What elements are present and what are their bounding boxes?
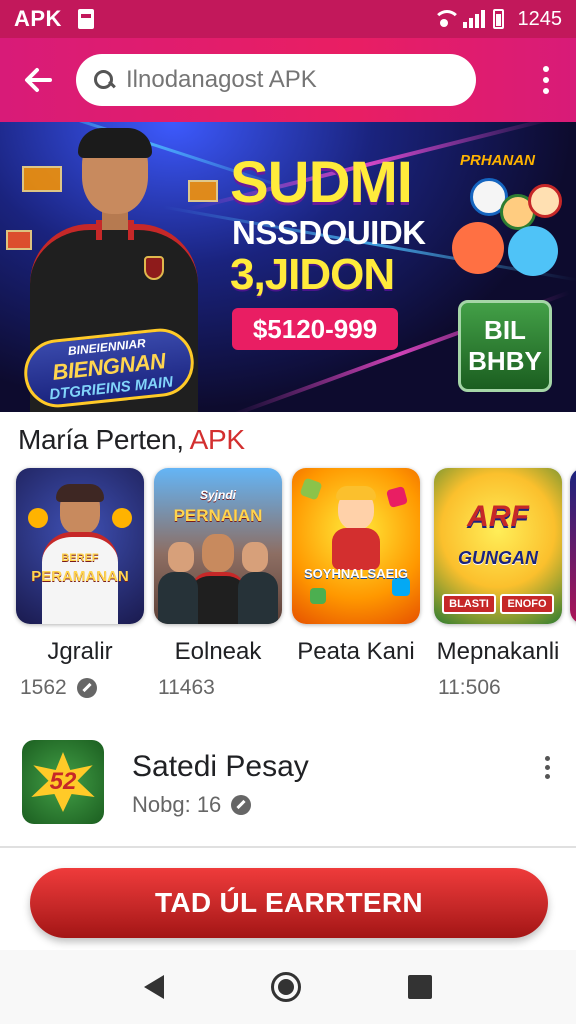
banner-price-tag: $5120-999 bbox=[232, 308, 398, 350]
app-meta: 1562 bbox=[16, 676, 144, 700]
promo-banner[interactable]: BINEIENNIAR BIENGNAN DTGRIEINS MAIN SUDM… bbox=[0, 122, 576, 412]
banner-title: SUDMI bbox=[230, 150, 413, 215]
search-bar[interactable] bbox=[76, 54, 476, 106]
overflow-menu-button[interactable] bbox=[516, 38, 576, 122]
search-icon bbox=[92, 68, 116, 92]
app-icon[interactable]: Syjndi PERNAIAN bbox=[154, 468, 282, 624]
list-item-subtitle: Nobg: 16 bbox=[132, 792, 252, 818]
status-time: 1245 bbox=[517, 7, 563, 30]
app-icon[interactable] bbox=[570, 468, 576, 624]
search-input[interactable] bbox=[126, 66, 456, 94]
app-meta: 11:506 bbox=[438, 676, 501, 699]
download-icon bbox=[231, 795, 252, 815]
app-icon[interactable]: BEREF PERAMANAN bbox=[16, 468, 144, 624]
cartoon-character-icon bbox=[528, 184, 562, 218]
app-card-partial[interactable] bbox=[570, 468, 576, 624]
app-name: Eolneak bbox=[174, 638, 262, 665]
list-item-menu-button[interactable] bbox=[545, 756, 550, 779]
app-icon[interactable]: ARF GUNGAN BLASTI ENOFO bbox=[434, 468, 562, 624]
app-card[interactable]: BEREF PERAMANAN Jgralir 1562 bbox=[16, 468, 144, 700]
list-item-title: Satedi Pesay bbox=[132, 750, 309, 783]
app-card[interactable]: SOYHNALSAEIG Peata Kani bbox=[292, 468, 420, 676]
signal-icon bbox=[462, 10, 485, 28]
banner-cartoon-title: PRHANAN bbox=[460, 152, 535, 169]
nav-recents-icon[interactable] bbox=[408, 975, 433, 999]
app-meta: 11463 bbox=[158, 676, 215, 699]
nav-back-icon[interactable] bbox=[143, 975, 164, 999]
banner-subtitle: NSSDOUIDK bbox=[232, 214, 426, 251]
status-icons: 1245 bbox=[432, 7, 563, 31]
app-icon[interactable]: 52 bbox=[22, 740, 104, 824]
sim-card-icon bbox=[77, 9, 94, 29]
cartoon-character-icon bbox=[452, 222, 504, 274]
battery-icon bbox=[492, 9, 504, 29]
app-icon[interactable]: SOYHNALSAEIG bbox=[292, 468, 420, 624]
club-crest-icon bbox=[144, 256, 164, 280]
list-item[interactable]: 52 Satedi Pesay Nobg: 16 bbox=[0, 728, 576, 840]
app-name: Jgralir bbox=[47, 638, 113, 665]
top-app-bar bbox=[0, 38, 576, 122]
app-card[interactable]: ARF GUNGAN BLASTI ENOFO Mepnakanli 11:50… bbox=[434, 468, 562, 700]
download-icon bbox=[76, 678, 97, 698]
app-name: Mepnakanli bbox=[436, 638, 560, 665]
arrow-left-icon bbox=[25, 68, 52, 92]
nav-home-icon[interactable] bbox=[270, 972, 301, 1002]
app-screen: APK 1245 Ilnodanagost APK BINEIENNIAR BI… bbox=[0, 0, 576, 1024]
app-card[interactable]: Syjndi PERNAIAN Eolneak 11463 bbox=[154, 468, 282, 700]
app-name: Peata Kani bbox=[297, 638, 415, 665]
status-app-label: APK bbox=[14, 6, 62, 31]
back-button[interactable] bbox=[0, 38, 76, 122]
status-bar: APK 1245 bbox=[0, 0, 576, 38]
system-nav-bar bbox=[0, 950, 576, 1024]
divider bbox=[0, 846, 576, 848]
primary-cta-button[interactable]: TAD ÚL EARRTERN bbox=[30, 868, 548, 938]
section-title: María Perten, APK bbox=[18, 424, 245, 455]
banner-subtitle-2: 3,JIDON bbox=[230, 250, 395, 299]
apps-carousel[interactable]: BEREF PERAMANAN Jgralir 1562 Syjndi PERN… bbox=[16, 468, 576, 708]
cartoon-character-icon bbox=[508, 226, 558, 276]
buy-button[interactable]: BIL BHBY bbox=[458, 300, 552, 392]
wifi-icon bbox=[432, 10, 461, 28]
